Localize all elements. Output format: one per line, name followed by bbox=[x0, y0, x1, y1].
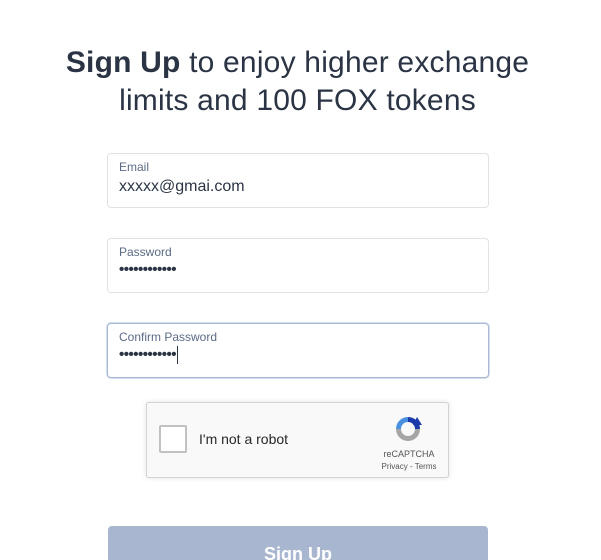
signup-page: Sign Up to enjoy higher exchange limits … bbox=[0, 0, 601, 560]
sign-up-button[interactable]: Sign Up bbox=[108, 526, 488, 560]
password-field[interactable]: Password •••••••••••• bbox=[107, 238, 489, 293]
recaptcha-logo-icon bbox=[396, 417, 422, 441]
headline-line2: limits and 100 FOX tokens bbox=[119, 84, 476, 117]
headline-strong: Sign Up bbox=[65, 46, 181, 79]
recaptcha-separator: - bbox=[407, 462, 415, 471]
recaptcha-widget: I'm not a robot reCAPTCHA Privacy - Term… bbox=[146, 402, 449, 478]
headline-rest: to enjoy higher exchange bbox=[180, 46, 530, 79]
recaptcha-label: I'm not a robot bbox=[199, 431, 289, 447]
password-input[interactable]: •••••••••••• bbox=[119, 261, 177, 278]
email-label: Email bbox=[119, 160, 150, 174]
text-caret bbox=[177, 346, 179, 365]
recaptcha-links: Privacy - Terms bbox=[377, 462, 441, 471]
recaptcha-brand: reCAPTCHA bbox=[383, 449, 435, 459]
recaptcha-checkbox[interactable] bbox=[159, 425, 187, 453]
recaptcha-terms-link[interactable]: Terms bbox=[415, 462, 437, 471]
confirm-password-input[interactable]: •••••••••••• bbox=[119, 346, 177, 363]
page-title: Sign Up to enjoy higher exchange limits … bbox=[0, 44, 595, 120]
confirm-password-input-wrap[interactable]: •••••••••••• bbox=[119, 346, 179, 365]
recaptcha-privacy-link[interactable]: Privacy bbox=[382, 462, 408, 471]
email-input[interactable]: xxxxx@gmai.com bbox=[119, 178, 245, 196]
email-field[interactable]: Email xxxxx@gmai.com bbox=[107, 153, 489, 208]
password-label: Password bbox=[119, 245, 172, 259]
confirm-password-label: Confirm Password bbox=[119, 330, 218, 344]
confirm-password-field[interactable]: Confirm Password •••••••••••• bbox=[107, 323, 489, 378]
